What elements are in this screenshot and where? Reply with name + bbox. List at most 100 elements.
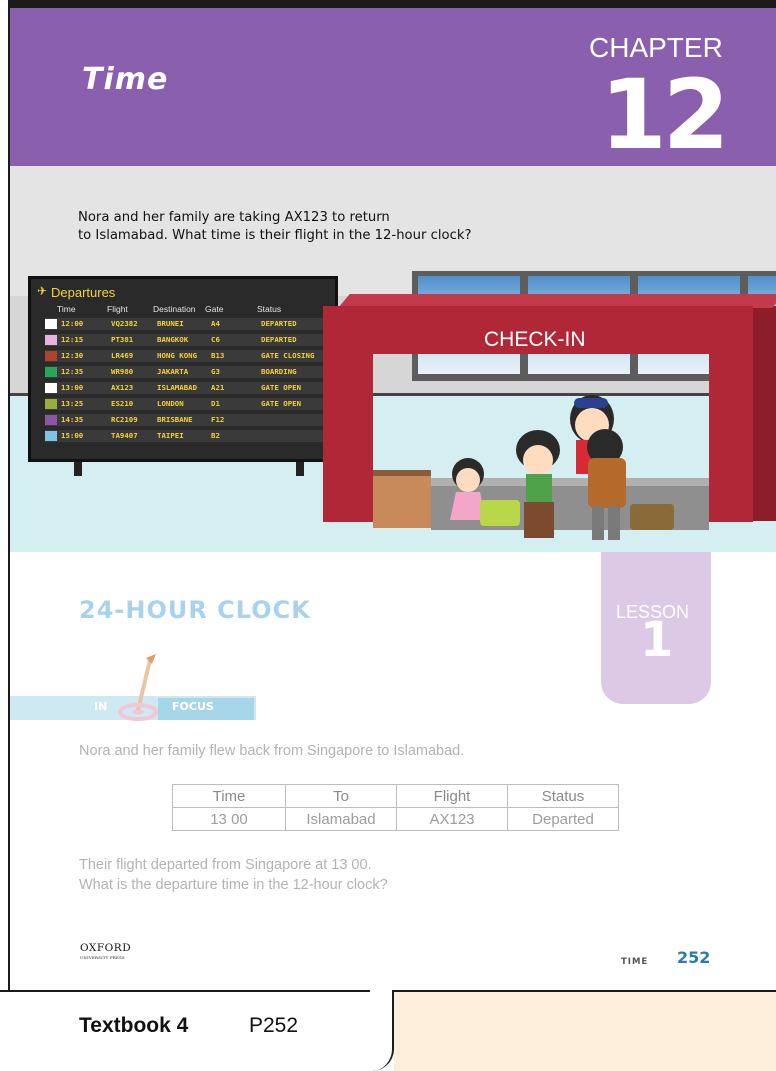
board-cell-status: DEPARTED [261, 319, 297, 328]
board-cell-gate: F12 [211, 415, 225, 424]
board-header-gate: Gate [205, 304, 224, 314]
board-cell-status: GATE OPEN [261, 383, 302, 392]
reference-panel [394, 992, 776, 1071]
flight-table: Time To Flight Status 13 00 Islamabad AX… [172, 784, 619, 831]
board-cell-status: GATE OPEN [261, 399, 302, 408]
counter-pillar-right [709, 354, 753, 522]
board-cell-gate: A21 [211, 383, 225, 392]
dart-target-icon [118, 654, 158, 721]
publisher-logo-subtitle: UNIVERSITY PRESS [80, 955, 125, 960]
flight-table-header: To [285, 784, 397, 808]
board-cell-gate: D1 [211, 399, 220, 408]
board-leg [74, 462, 82, 476]
page-border-top [8, 0, 776, 8]
board-cell-flight: VQ2382 [111, 319, 138, 328]
board-cell-status: GATE CLOSING [261, 351, 315, 360]
publisher-logo: OXFORD [80, 942, 132, 954]
departure-row-swatch [45, 351, 57, 361]
board-cell-destination: LONDON [157, 399, 184, 408]
running-head: TIME [621, 957, 649, 967]
departure-row: 15:00 TA9407 TAIPEI B2 [35, 430, 325, 442]
flight-table-cell: 13 00 [172, 807, 286, 831]
board-cell-flight: TA9407 [111, 431, 138, 440]
flight-table-row: 13 00 Islamabad AX123 Departed [172, 807, 619, 831]
lesson-question: Their flight departed from Singapore at … [79, 855, 388, 895]
counter-side [753, 306, 776, 521]
board-cell-time: 14:35 [61, 415, 84, 424]
flight-table-header-row: Time To Flight Status [172, 784, 619, 808]
board-header-flight: Flight [107, 304, 128, 314]
flight-table-header: Flight [396, 784, 508, 808]
family-illustration [450, 395, 674, 540]
departure-row: 12:30 LR469 HONG KONG B13 GATE CLOSING [35, 350, 325, 362]
reference-page: P252 [249, 1014, 299, 1037]
board-cell-time: 13:25 [61, 399, 84, 408]
chapter-title: Time [82, 62, 169, 97]
departure-row-swatch [45, 335, 57, 345]
flight-table-cell: Islamabad [285, 807, 397, 831]
departure-row: 13:25 ES210 LONDON D1 GATE OPEN [35, 398, 325, 410]
father-figure [587, 429, 626, 540]
reference-book: Textbook 4 [79, 1014, 189, 1037]
departure-row-swatch [45, 383, 57, 393]
board-cell-destination: HONG KONG [157, 351, 198, 360]
departure-row: 12:35 WR980 JAKARTA G3 BOARDING [35, 366, 325, 378]
flight-table-cell: Departed [507, 807, 619, 831]
departure-row-swatch [45, 319, 57, 329]
departure-row-swatch [45, 431, 57, 441]
board-cell-destination: JAKARTA [157, 367, 189, 376]
board-cell-flight: AX123 [111, 383, 134, 392]
lesson-number: 1 [640, 612, 674, 668]
board-cell-gate: G3 [211, 367, 220, 376]
airplane-departure-icon: ✈ [37, 284, 48, 298]
board-cell-time: 12:30 [61, 351, 84, 360]
board-cell-gate: B2 [211, 431, 220, 440]
board-cell-flight: LR469 [111, 351, 134, 360]
departure-row: 13:00 AX123 ISLAMABAD A21 GATE OPEN [35, 382, 325, 394]
board-leg [296, 462, 304, 476]
board-cell-gate: C6 [211, 335, 220, 344]
departure-row: 12:00 VQ2382 BRUNEI A4 DEPARTED [35, 318, 325, 330]
mother-figure [516, 430, 560, 538]
page-number: 252 [677, 948, 711, 967]
departures-title: Departures [51, 285, 116, 300]
departures-board: ✈ Departures Time Flight Destination Gat… [28, 276, 338, 462]
green-suitcase [480, 500, 520, 526]
board-cell-time: 12:00 [61, 319, 84, 328]
textbook-page: Time CHAPTER 12 Nora and her family are … [0, 0, 776, 1071]
board-cell-flight: ES210 [111, 399, 134, 408]
departure-row: 12:15 PT381 BANGKOK C6 DEPARTED [35, 334, 325, 346]
scene-question-line-2: to Islamabad. What time is their flight … [78, 228, 472, 243]
flight-table-header: Status [507, 784, 619, 808]
board-cell-status: BOARDING [261, 367, 297, 376]
board-header-destination: Destination [153, 304, 196, 314]
scene-question: Nora and her family are taking AX123 to … [78, 209, 618, 245]
board-cell-flight: RC2109 [111, 415, 138, 424]
board-cell-time: 15:00 [61, 431, 84, 440]
brown-suitcase [630, 504, 674, 530]
departure-row-swatch [45, 399, 57, 409]
board-cell-destination: ISLAMABAD [157, 383, 198, 392]
lesson-question-line-2: What is the departure time in the 12-hou… [79, 877, 388, 893]
departure-row-background [45, 430, 325, 442]
board-cell-flight: WR980 [111, 367, 134, 376]
board-cell-destination: BANGKOK [157, 335, 189, 344]
flight-table-header: Time [172, 784, 286, 808]
board-header-time: Time [57, 304, 76, 314]
board-cell-time: 13:00 [61, 383, 84, 392]
chapter-number: 12 [600, 59, 730, 171]
departure-row: 14:35 RC2109 BRISBANE F12 [35, 414, 325, 426]
checkin-desk [373, 470, 431, 528]
board-cell-gate: A4 [211, 319, 220, 328]
board-cell-destination: TAIPEI [157, 431, 184, 440]
board-cell-time: 12:35 [61, 367, 84, 376]
flight-table-cell: AX123 [396, 807, 508, 831]
lesson-intro: Nora and her family flew back from Singa… [79, 743, 465, 759]
checkin-sign-text: CHECK-IN [484, 328, 586, 351]
reference-tab-edge [370, 990, 394, 1071]
counter-pillar-left [323, 354, 373, 522]
section-title: 24-HOUR CLOCK [79, 596, 311, 624]
board-header-status: Status [257, 304, 282, 314]
board-cell-gate: B13 [211, 351, 225, 360]
focus-in-label: IN [94, 700, 108, 713]
